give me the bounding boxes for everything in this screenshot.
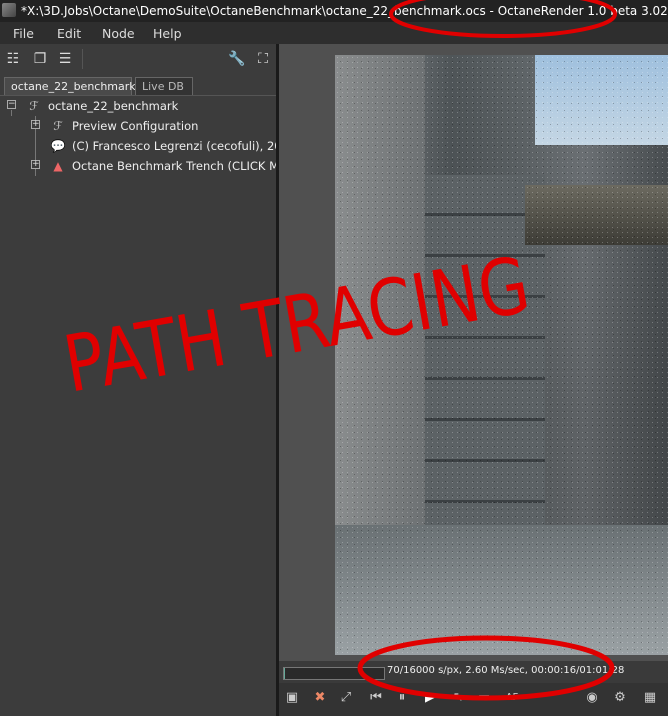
tree-item-label: octane_22_benchmark [48,99,179,113]
window-title: *X:\3D.Jobs\Octane\DemoSuite\OctaneBench… [21,4,668,18]
tab-live-db[interactable]: Live DB [135,77,193,95]
render-toolbar: ▣ ✖ ⤢ ⏮ ⏸ ▶ ↖ ▭ AF ◉ ⚙ ▦ [279,683,668,716]
fit-view-icon[interactable]: ⤢ [337,689,355,707]
pick-icon[interactable]: ↖ [449,689,467,707]
menu-help[interactable]: Help [153,26,182,41]
material-icon[interactable]: ◉ [583,689,601,707]
toolbar-divider [82,49,83,69]
render-status-text: 70/16000 s/px, 2.60 Ms/sec, 00:00:16/01:… [387,665,625,676]
tree-view-icon[interactable]: ☷ [4,50,22,68]
menu-edit[interactable]: Edit [57,26,81,41]
tree-item-label: (C) Francesco Legrenzi (cecofuli), 2010 [72,139,297,153]
scene-panel: ☷ ❐ ☰ 🔧 ⛶ octane_22_benchmark Live DB − … [0,44,297,716]
collapse-icon[interactable]: − [7,100,16,109]
scene-node-icon: ℱ [29,99,39,113]
save-image-icon[interactable]: ▣ [283,689,301,707]
material-node-icon: ▲ [53,159,63,173]
play-icon[interactable]: ▶ [421,689,439,707]
alpha-icon[interactable]: ▦ [641,689,659,707]
tree-item-label: Octane Benchmark Trench (CLICK ME) [72,159,291,173]
comment-icon: 💬 [50,139,66,153]
render-progress-bar [283,667,385,680]
pause-icon[interactable]: ⏸ [393,689,411,707]
tab-octane-22-benchmark[interactable]: octane_22_benchmark [4,77,136,95]
af-icon[interactable]: AF [503,689,521,707]
tree-item-label: Preview Configuration [72,119,199,133]
tree-item-preview-configuration[interactable]: + ℱ Preview Configuration [0,116,276,136]
settings-icon[interactable]: ⚙ [611,689,629,707]
app-icon [2,3,16,17]
panel-tabs: octane_22_benchmark Live DB [0,75,276,96]
scene-toolbar: ☷ ❐ ☰ 🔧 ⛶ [0,44,276,74]
title-bar: *X:\3D.Jobs\Octane\DemoSuite\OctaneBench… [0,0,668,22]
render-noise [335,55,668,655]
menu-bar: File Edit Node Help [0,22,668,44]
render-image[interactable] [335,55,668,655]
expand-icon[interactable]: + [31,160,40,169]
expand-icon[interactable]: + [31,120,40,129]
tree-item-copyright[interactable]: 💬 (C) Francesco Legrenzi (cecofuli), 201… [0,136,297,156]
render-status-bar: 70/16000 s/px, 2.60 Ms/sec, 00:00:16/01:… [279,661,668,683]
rewind-icon[interactable]: ⏮ [367,689,385,707]
layers-icon[interactable]: ❐ [31,50,49,68]
menu-node[interactable]: Node [102,26,135,41]
config-node-icon: ℱ [53,119,63,133]
tree-item-root[interactable]: − ℱ octane_22_benchmark [0,96,276,116]
region-icon[interactable]: ▭ [475,689,493,707]
fullscreen-icon[interactable]: ⛶ [254,50,272,68]
tree-item-benchmark-trench[interactable]: + ▲ Octane Benchmark Trench (CLICK ME) [0,156,291,176]
settings-list-icon[interactable]: ☰ [56,50,74,68]
menu-file[interactable]: File [13,26,34,41]
wrench-icon[interactable]: 🔧 [228,50,246,68]
focus-picker-icon[interactable]: ✖ [311,689,329,707]
